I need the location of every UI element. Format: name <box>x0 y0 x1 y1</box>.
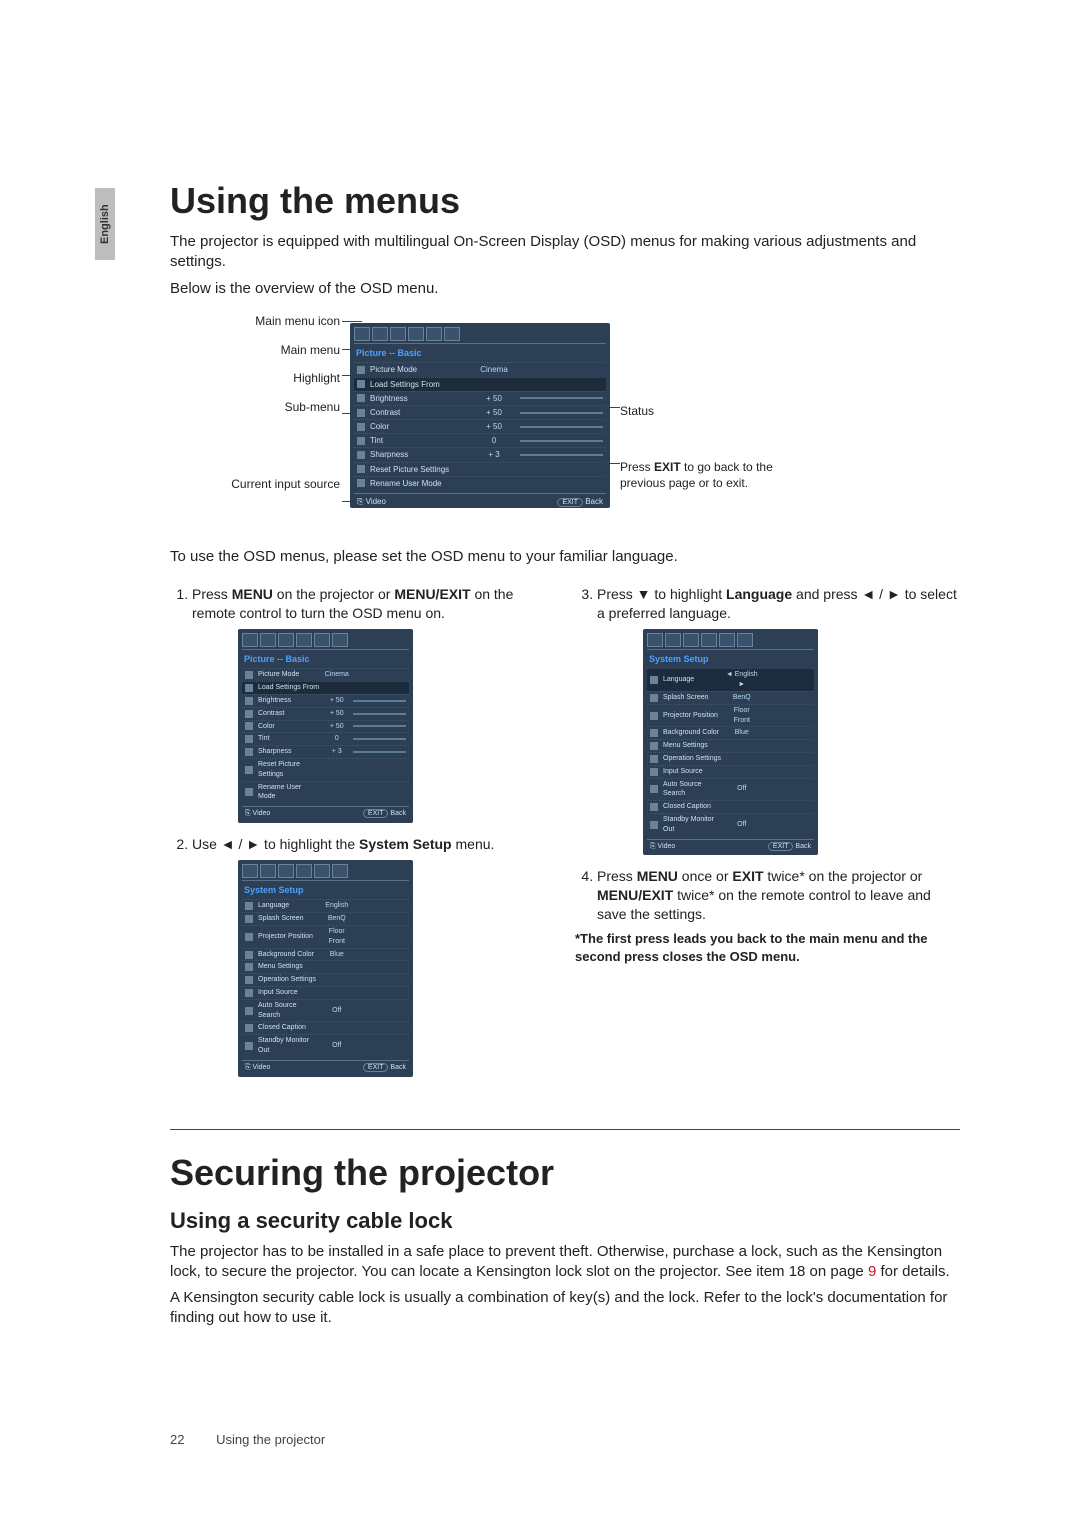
secure-para-1: The projector has to be installed in a s… <box>170 1242 960 1283</box>
page-number: 22 <box>170 1432 184 1447</box>
step-2: Use ◄ / ► to highlight the System Setup … <box>192 835 555 1077</box>
osd-panel-big: Picture -- BasicPicture ModeCinemaLoad S… <box>350 323 610 508</box>
label-sub-menu: Sub-menu <box>200 399 340 416</box>
label-status: Status <box>620 403 790 419</box>
secure-para-2: A Kensington security cable lock is usua… <box>170 1288 960 1329</box>
heading-using-menus: Using the menus <box>170 180 960 222</box>
section-divider <box>170 1129 960 1130</box>
step-3: Press ▼ to highlight Language and press … <box>597 585 960 855</box>
label-current-input: Current input source <box>200 476 340 493</box>
label-exit-note: Press EXIT to go back to the previous pa… <box>620 459 790 491</box>
label-main-menu-icon: Main menu icon <box>200 313 340 330</box>
step-1: Press MENU on the projector or MENU/EXIT… <box>192 585 555 823</box>
osd-panel-step2: System SetupLanguageEnglishSplash Screen… <box>238 860 413 1077</box>
step-4: Press MENU once or EXIT twice* on the pr… <box>597 867 960 924</box>
page-footer: 22 Using the projector <box>170 1432 325 1447</box>
right-column: Press ▼ to highlight Language and press … <box>575 579 960 1089</box>
heading-cable-lock: Using a security cable lock <box>170 1208 960 1234</box>
language-tab: English <box>95 188 115 260</box>
intro-para-2: Below is the overview of the OSD menu. <box>170 279 960 299</box>
post-overview-text: To use the OSD menus, please set the OSD… <box>170 547 960 567</box>
osd-panel-step3: System SetupLanguage◄ English ►Splash Sc… <box>643 629 818 856</box>
footer-section-name: Using the projector <box>216 1432 325 1447</box>
label-main-menu: Main menu <box>200 342 340 359</box>
left-column: Press MENU on the projector or MENU/EXIT… <box>170 579 555 1089</box>
intro-para-1: The projector is equipped with multiling… <box>170 232 960 273</box>
page: English Using the menus The projector is… <box>0 0 1080 1527</box>
star-note: *The first press leads you back to the m… <box>575 930 960 965</box>
heading-securing: Securing the projector <box>170 1152 960 1194</box>
osd-panel-step1: Picture -- BasicPicture ModeCinemaLoad S… <box>238 629 413 823</box>
label-highlight: Highlight <box>200 370 340 387</box>
osd-overview-diagram: Main menu icon Main menu Highlight Sub-m… <box>170 313 960 533</box>
